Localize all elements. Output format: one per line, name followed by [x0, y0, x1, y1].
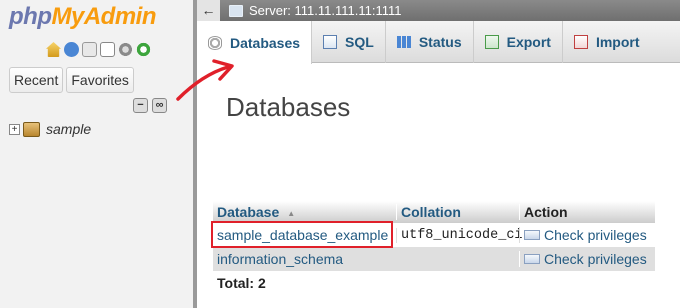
sort-asc-icon: ▲	[287, 208, 296, 218]
tab-label: SQL	[345, 34, 374, 50]
page-title: Databases	[226, 92, 351, 122]
tab-label: Databases	[230, 34, 301, 51]
table-cell-action: Check privileges	[519, 227, 655, 243]
table-cell-database: sample_database_example	[213, 227, 396, 243]
check-privileges-link[interactable]: Check privileges	[524, 227, 651, 243]
table-total: Total: 2	[217, 275, 266, 291]
tab-sql[interactable]: SQL	[312, 21, 386, 63]
databases-table: Database ▲ Collation Action sample_databa…	[213, 201, 655, 295]
main-tab-bar: Databases SQL Status Export Import	[197, 21, 680, 64]
page-icon[interactable]	[100, 42, 115, 57]
tree-item-label[interactable]: sample	[46, 121, 91, 137]
table-row: sample_database_example utf8_unicode_ci …	[213, 223, 655, 247]
database-icon	[208, 35, 222, 50]
column-header-action: Action	[519, 204, 655, 220]
status-icon	[396, 36, 411, 48]
export-icon	[484, 35, 499, 49]
tab-label: Import	[595, 34, 640, 50]
settings-icon[interactable]	[118, 42, 133, 57]
recent-button[interactable]: Recent	[9, 67, 64, 93]
server-label[interactable]: Server: 111.11.111.11:1111	[249, 3, 402, 18]
navigation-panel: phpMyAdmin Recent Favorites − ∞ + sample	[0, 0, 193, 308]
tab-import[interactable]: Import	[563, 21, 651, 63]
home-icon[interactable]	[46, 42, 61, 57]
link-with-main-icon[interactable]: ∞	[152, 98, 167, 113]
tab-databases[interactable]: Databases	[197, 21, 313, 64]
database-icon	[23, 121, 40, 137]
logo-my: My	[51, 3, 84, 30]
table-cell-database: information_schema	[213, 251, 396, 267]
nav-icon-bar	[46, 42, 151, 57]
phpmyadmin-logo[interactable]: phpMyAdmin	[9, 1, 157, 33]
server-breadcrumb-bar: ← Server: 111.11.111.11:1111	[197, 0, 680, 21]
back-arrow-icon[interactable]: ←	[197, 0, 220, 21]
header-label: Database	[217, 204, 280, 220]
table-header: Database ▲ Collation Action	[213, 201, 655, 223]
database-link[interactable]: information_schema	[217, 251, 343, 267]
sql-icon[interactable]	[82, 42, 97, 57]
tab-export[interactable]: Export	[474, 21, 563, 63]
column-header-collation[interactable]: Collation	[396, 204, 519, 220]
tab-label: Export	[506, 34, 551, 50]
import-icon	[573, 35, 588, 49]
nav-recent-favorites: Recent Favorites	[9, 67, 134, 93]
tree-item-sample[interactable]: + sample	[9, 120, 91, 138]
logo-php: php	[9, 3, 52, 30]
table-cell-action: Check privileges	[519, 251, 655, 267]
check-privileges-label: Check privileges	[544, 227, 647, 243]
column-header-database[interactable]: Database ▲	[213, 204, 396, 220]
sql-icon	[323, 35, 338, 49]
tab-label: Status	[418, 34, 462, 50]
tree-controls: − ∞	[133, 98, 167, 113]
logo-admin: Admin	[83, 3, 157, 30]
privileges-icon	[524, 230, 540, 240]
tab-status[interactable]: Status	[386, 21, 474, 63]
privileges-icon	[524, 254, 540, 264]
expand-icon[interactable]: +	[9, 123, 20, 135]
table-cell-collation: utf8_unicode_ci	[396, 227, 523, 243]
table-row: information_schema Check privileges	[213, 247, 655, 271]
reload-icon[interactable]	[136, 42, 151, 57]
docs-icon[interactable]	[64, 42, 79, 57]
collapse-all-icon[interactable]: −	[133, 98, 148, 113]
server-icon	[229, 4, 243, 17]
database-link[interactable]: sample_database_example	[217, 227, 388, 243]
check-privileges-link[interactable]: Check privileges	[524, 251, 651, 267]
favorites-button[interactable]: Favorites	[66, 67, 134, 93]
check-privileges-label: Check privileges	[544, 251, 647, 267]
